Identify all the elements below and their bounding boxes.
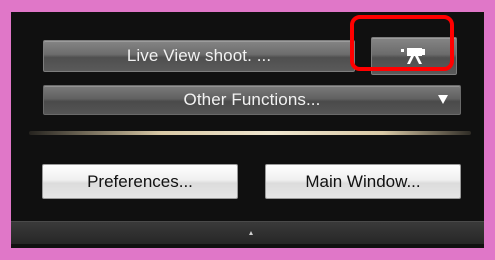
- chevron-up-icon: [249, 231, 253, 235]
- movie-camera-icon: [401, 46, 427, 66]
- other-functions-label: Other Functions...: [183, 90, 321, 109]
- other-functions-dropdown[interactable]: Other Functions...: [43, 85, 461, 115]
- chevron-down-icon: [438, 95, 448, 104]
- divider: [29, 131, 471, 135]
- preferences-label: Preferences...: [87, 171, 193, 191]
- main-window-button[interactable]: Main Window...: [265, 164, 461, 199]
- capture-panel: Live View shoot. ... Other Functions... …: [11, 12, 484, 248]
- main-window-label: Main Window...: [305, 171, 421, 191]
- movie-shooting-button[interactable]: [371, 37, 457, 75]
- collapse-bar[interactable]: [11, 221, 484, 244]
- preferences-button[interactable]: Preferences...: [42, 164, 238, 199]
- live-view-shoot-button[interactable]: Live View shoot. ...: [43, 40, 355, 72]
- live-view-shoot-label: Live View shoot. ...: [126, 46, 272, 65]
